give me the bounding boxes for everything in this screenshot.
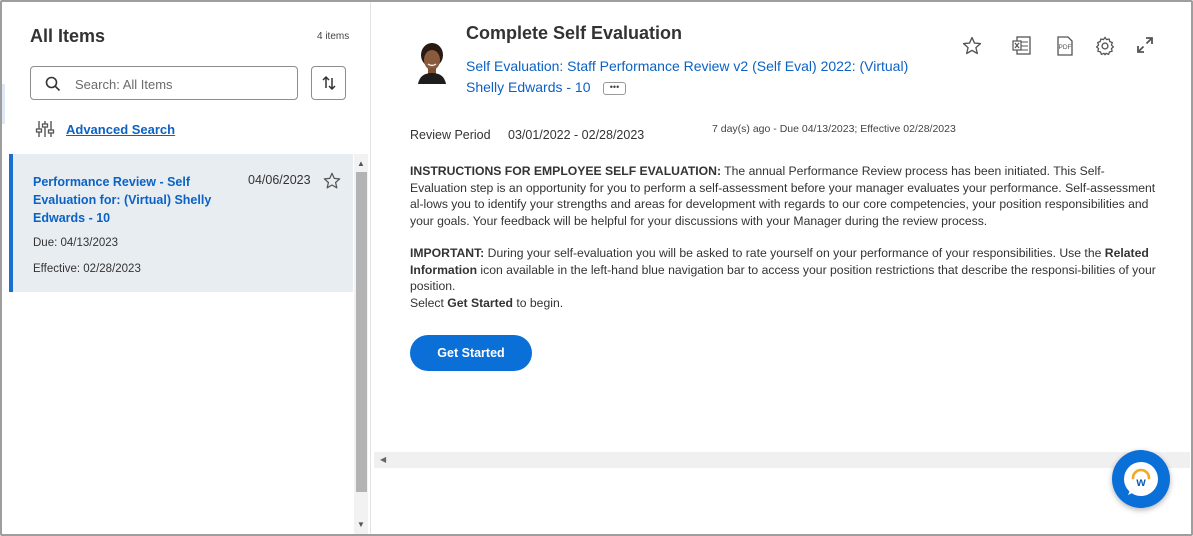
filter-sliders-icon — [35, 121, 55, 137]
panel-accent — [2, 84, 5, 124]
chat-bubble-icon: w — [1124, 462, 1158, 496]
pdf-icon[interactable]: PDF — [1054, 35, 1076, 57]
scroll-left-arrow[interactable]: ◀ — [380, 455, 386, 464]
item-title[interactable]: Performance Review - Self Evaluation for… — [33, 173, 223, 227]
scroll-up-arrow[interactable]: ▲ — [357, 159, 365, 168]
review-period-value: 03/01/2022 - 02/28/2023 — [508, 128, 645, 142]
more-actions-button[interactable]: ••• — [603, 82, 626, 95]
item-due-date: Due: 04/13/2023 — [33, 237, 119, 249]
workday-logo-icon: w — [1128, 468, 1151, 496]
review-due-meta: 7 day(s) ago - Due 04/13/2023; Effective… — [712, 123, 956, 135]
chat-assistant-button[interactable]: w — [1112, 450, 1170, 508]
review-period-label: Review Period — [410, 128, 491, 142]
important-text-2: icon available in the left-hand blue nav… — [410, 262, 1156, 294]
select-bold: Get Started — [447, 296, 513, 310]
app-frame: All Items 4 items Advanced Search — [0, 0, 1193, 536]
items-panel: All Items 4 items Advanced Search — [2, 2, 371, 534]
horizontal-scrollbar[interactable] — [374, 452, 1190, 468]
advanced-search-link[interactable]: Advanced Search — [66, 122, 175, 137]
get-started-button[interactable]: Get Started — [410, 335, 532, 371]
svg-text:w: w — [1135, 475, 1146, 489]
important-paragraph: IMPORTANT: During your self-evaluation y… — [410, 245, 1160, 295]
instructions-heading: INSTRUCTIONS FOR EMPLOYEE SELF EVALUATIO… — [410, 164, 722, 178]
item-count: 4 items — [317, 31, 350, 42]
instructions-paragraph: INSTRUCTIONS FOR EMPLOYEE SELF EVALUATIO… — [410, 163, 1160, 229]
worker-link[interactable]: Shelly Edwards - 10 — [466, 79, 591, 95]
excel-icon[interactable] — [1011, 35, 1033, 57]
expand-icon[interactable] — [1135, 35, 1155, 55]
star-icon[interactable] — [961, 35, 983, 57]
search-box[interactable] — [30, 66, 298, 100]
important-text-1: During your self-evaluation you will be … — [484, 246, 1105, 260]
avatar — [418, 43, 446, 84]
select-text-1: Select — [410, 296, 448, 310]
list-item[interactable]: Performance Review - Self Evaluation for… — [9, 154, 353, 292]
svg-text:PDF: PDF — [1059, 44, 1072, 51]
select-text-2: to begin. — [512, 296, 564, 310]
sort-button[interactable] — [311, 66, 346, 100]
search-input[interactable] — [73, 74, 287, 94]
panel-title: All Items — [30, 26, 106, 46]
gear-icon[interactable] — [1094, 35, 1116, 57]
sort-icon — [322, 75, 336, 91]
select-instruction: Select Get Started to begin. — [410, 295, 1160, 312]
evaluation-link[interactable]: Self Evaluation: Staff Performance Revie… — [466, 58, 908, 74]
page-title: Complete Self Evaluation — [466, 23, 683, 43]
search-icon — [45, 76, 61, 92]
item-date: 04/06/2023 — [248, 173, 311, 187]
scroll-down-arrow[interactable]: ▼ — [357, 520, 365, 529]
important-heading: IMPORTANT: — [410, 246, 485, 260]
item-effective-date: Effective: 02/28/2023 — [33, 263, 141, 275]
star-icon[interactable] — [322, 171, 342, 191]
scrollbar-thumb[interactable] — [356, 172, 367, 492]
